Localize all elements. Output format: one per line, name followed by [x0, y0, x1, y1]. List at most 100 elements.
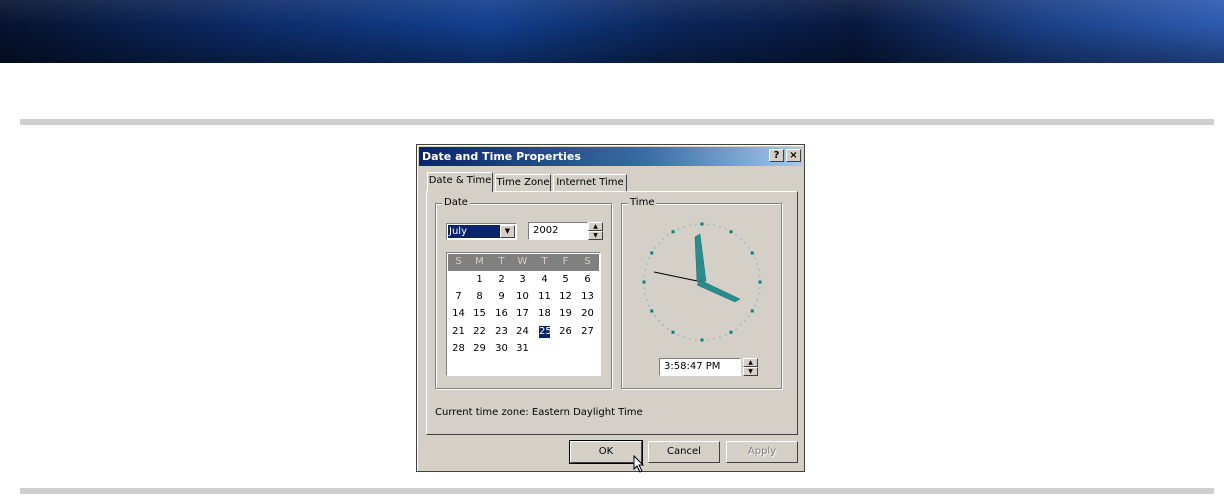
calendar-day[interactable]: 3: [512, 272, 533, 288]
calendar-day[interactable]: 10: [512, 289, 533, 305]
weekday-label: W: [517, 256, 528, 267]
tab-date-time[interactable]: Date & Time: [427, 172, 493, 192]
clock-minute-dot: [648, 304, 650, 307]
month-value: July: [448, 225, 501, 238]
clock-minute-dot: [644, 293, 647, 295]
tab-internet-time[interactable]: Internet Time: [553, 174, 627, 192]
calendar-day[interactable]: 22: [469, 324, 490, 340]
year-spinner[interactable]: ▲ ▼: [588, 222, 603, 240]
header-banner: [0, 0, 1224, 63]
clock-minute-dot: [758, 287, 761, 289]
clock-hour-mark: [750, 309, 754, 313]
calendar-day[interactable]: 15: [469, 306, 490, 322]
calendar-day[interactable]: 9: [491, 289, 512, 305]
calendar-day[interactable]: 18: [534, 306, 555, 322]
clock-minute-dot: [713, 224, 715, 227]
calendar-day[interactable]: 14: [448, 306, 469, 322]
current-timezone-text: Current time zone: Eastern Daylight Time: [435, 407, 643, 418]
clock-minute-dot: [683, 226, 685, 228]
time-input[interactable]: 3:58:47 PM: [659, 358, 741, 376]
calendar-day[interactable]: 26: [555, 324, 576, 340]
cancel-button[interactable]: Cancel: [648, 441, 720, 463]
clock-minute-dot: [695, 223, 697, 226]
clock-minute-dot: [689, 224, 691, 227]
second-hand: [653, 271, 703, 283]
minute-hand: [696, 279, 741, 303]
calendar[interactable]: S M T W T F S 1 2 3 4 5 6 7 8 9 10 11 12…: [446, 252, 601, 376]
calendar-day[interactable]: 6: [577, 272, 598, 288]
spin-down-icon[interactable]: ▼: [743, 367, 758, 376]
clock-minute-dot: [707, 338, 709, 341]
clock-minute-dot: [713, 337, 715, 340]
close-button[interactable]: ×: [786, 149, 801, 162]
calendar-day[interactable]: 5: [555, 272, 576, 288]
chevron-down-icon[interactable]: ▼: [500, 225, 515, 238]
clock-minute-dot: [667, 234, 669, 236]
tab-time-zone[interactable]: Time Zone: [495, 174, 551, 192]
clock-hour-mark: [729, 230, 733, 234]
clock-hour-mark: [700, 338, 704, 342]
spin-up-icon[interactable]: ▲: [743, 358, 758, 367]
calendar-day[interactable]: 28: [448, 341, 469, 357]
calendar-day[interactable]: 21: [448, 324, 469, 340]
mouse-cursor-icon: [633, 455, 645, 473]
weekday-label: F: [562, 256, 569, 267]
clock-hour-mark: [671, 230, 675, 234]
calendar-day[interactable]: 4: [534, 272, 555, 288]
clock-minute-dot: [667, 328, 669, 330]
help-button[interactable]: ?: [769, 149, 784, 162]
clock-minute-dot: [754, 257, 756, 260]
calendar-day[interactable]: 27: [577, 324, 598, 340]
calendar-day[interactable]: 8: [469, 289, 490, 305]
clock-minute-dot: [719, 336, 721, 338]
tab-date-time-label: Date & Time: [428, 175, 492, 186]
spin-up-icon[interactable]: ▲: [588, 222, 603, 231]
clock-minute-dot: [658, 320, 660, 322]
calendar-day[interactable]: 29: [469, 341, 490, 357]
ok-button[interactable]: OK: [569, 440, 643, 464]
clock-minute-dot: [744, 242, 746, 244]
hour-hand: [694, 233, 707, 283]
spin-down-icon[interactable]: ▼: [588, 231, 603, 240]
calendar-day[interactable]: 20: [577, 306, 598, 322]
calendar-day[interactable]: 19: [555, 306, 576, 322]
calendar-day-selected[interactable]: 25: [539, 326, 552, 338]
weekday-label: S: [455, 256, 462, 267]
calendar-day[interactable]: 17: [512, 306, 533, 322]
clock-minute-dot: [643, 275, 646, 277]
clock-hour-mark: [650, 251, 654, 255]
clock-hour-mark: [750, 251, 754, 255]
date-time-dialog: Date and Time Properties ? × Date & Time…: [416, 144, 805, 473]
time-group-label: Time: [628, 197, 657, 208]
month-select[interactable]: July ▼: [446, 223, 517, 240]
clock-minute-dot: [719, 226, 721, 228]
calendar-day[interactable]: 11: [534, 289, 555, 305]
weekday-label: T: [541, 256, 548, 267]
apply-button[interactable]: Apply: [726, 441, 798, 463]
clock-minute-dot: [662, 238, 664, 240]
clock-minute-dot: [740, 324, 742, 326]
clock-minute-dot: [683, 336, 685, 338]
calendar-day[interactable]: 13: [577, 289, 598, 305]
calendar-day[interactable]: 2: [491, 272, 512, 288]
calendar-day[interactable]: 7: [448, 289, 469, 305]
calendar-day[interactable]: 31: [512, 341, 533, 357]
clock-minute-dot: [643, 287, 646, 289]
year-input[interactable]: 2002: [528, 222, 588, 240]
clock-minute-dot: [689, 337, 691, 340]
title-bar[interactable]: Date and Time Properties ? ×: [419, 147, 802, 166]
clock-hour-mark: [642, 280, 646, 284]
calendar-day[interactable]: 24: [512, 324, 533, 340]
calendar-day[interactable]: 12: [555, 289, 576, 305]
time-spinner[interactable]: ▲ ▼: [743, 358, 758, 376]
top-divider: [20, 119, 1214, 125]
calendar-day[interactable]: 30: [491, 341, 512, 357]
calendar-day[interactable]: 16: [491, 306, 512, 322]
clock-minute-dot: [748, 315, 750, 317]
calendar-day[interactable]: 23: [491, 324, 512, 340]
clock-minute-dot: [756, 299, 758, 301]
weekday-label: M: [475, 256, 484, 267]
calendar-day[interactable]: 1: [469, 272, 490, 288]
calendar-header: S M T W T F S: [448, 254, 599, 271]
clock-minute-dot: [662, 324, 664, 326]
